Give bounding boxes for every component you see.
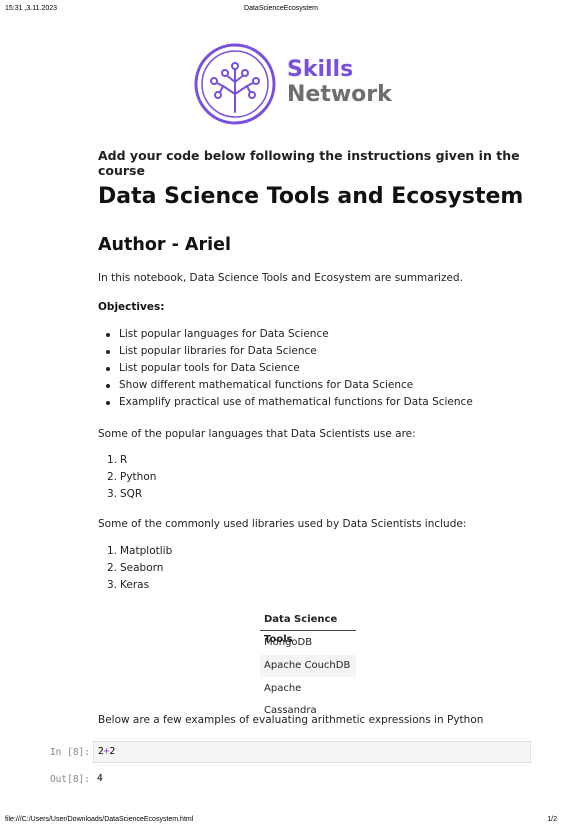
list-item: List popular languages for Data Science [106,328,473,345]
objectives-label: Objectives: [98,301,165,313]
list-item: List popular tools for Data Science [106,362,473,379]
table-header: Data Science Tools [260,610,356,645]
arithmetic-intro: Below are a few examples of evaluating a… [98,714,484,726]
output-prompt: Out[8]: [49,774,90,785]
cell-output: 4 [97,773,103,784]
languages-list: 1. R 2. Python 3. SQR [107,454,156,505]
page-number: 1/2 [547,816,557,823]
list-item: Show different mathematical functions fo… [106,379,473,396]
libraries-list: 1. Matplotlib 2. Seaborn 3. Keras [107,545,172,596]
list-item: 2. Seaborn [107,562,164,574]
libraries-intro: Some of the commonly used libraries used… [98,518,467,530]
list-item: 2. Python [107,471,157,483]
code-cell[interactable]: 2+2 [93,741,531,763]
list-item: 3. Keras [107,579,150,591]
intro-paragraph: In this notebook, Data Science Tools and… [98,272,463,284]
list-item: 1. R [107,454,128,466]
list-item: Examplify practical use of mathematical … [106,396,473,413]
logo-text-skills: Skills [287,57,354,82]
objectives-list: List popular languages for Data Science … [106,328,473,413]
tree-network-icon [194,43,276,125]
print-header: 15:31 ,3.11.2023 DataScienceEcosystem [5,5,557,17]
list-item: 3. SQR [107,488,143,500]
table-row: MongoDB [264,637,313,648]
bullet-icon [106,367,110,371]
logo-text-network: Network [287,82,392,107]
list-item: 1. Matplotlib [107,545,173,557]
instructions-text: Add your code below following the instru… [98,148,520,178]
bullet-icon [106,333,110,337]
bullet-icon [106,401,110,405]
bullet-icon [106,384,110,388]
page-title: Data Science Tools and Ecosystem [98,184,524,209]
print-title: DataScienceEcosystem [244,5,318,12]
list-item: List popular libraries for Data Science [106,345,473,362]
skills-network-logo: Skills Network [193,42,393,126]
author-heading: Author - Ariel [98,235,231,255]
input-prompt: In [8]: [49,747,90,758]
bullet-icon [106,350,110,354]
file-path: file:///C:/Users/User/Downloads/DataScie… [5,816,194,823]
tools-table: Data Science Tools MongoDB Apache CouchD… [260,610,356,716]
table-row: Apache Cassandra [264,683,317,716]
languages-intro: Some of the popular languages that Data … [98,428,416,440]
print-footer: file:///C:/Users/User/Downloads/DataScie… [5,816,557,826]
table-row: Apache CouchDB [260,655,356,677]
